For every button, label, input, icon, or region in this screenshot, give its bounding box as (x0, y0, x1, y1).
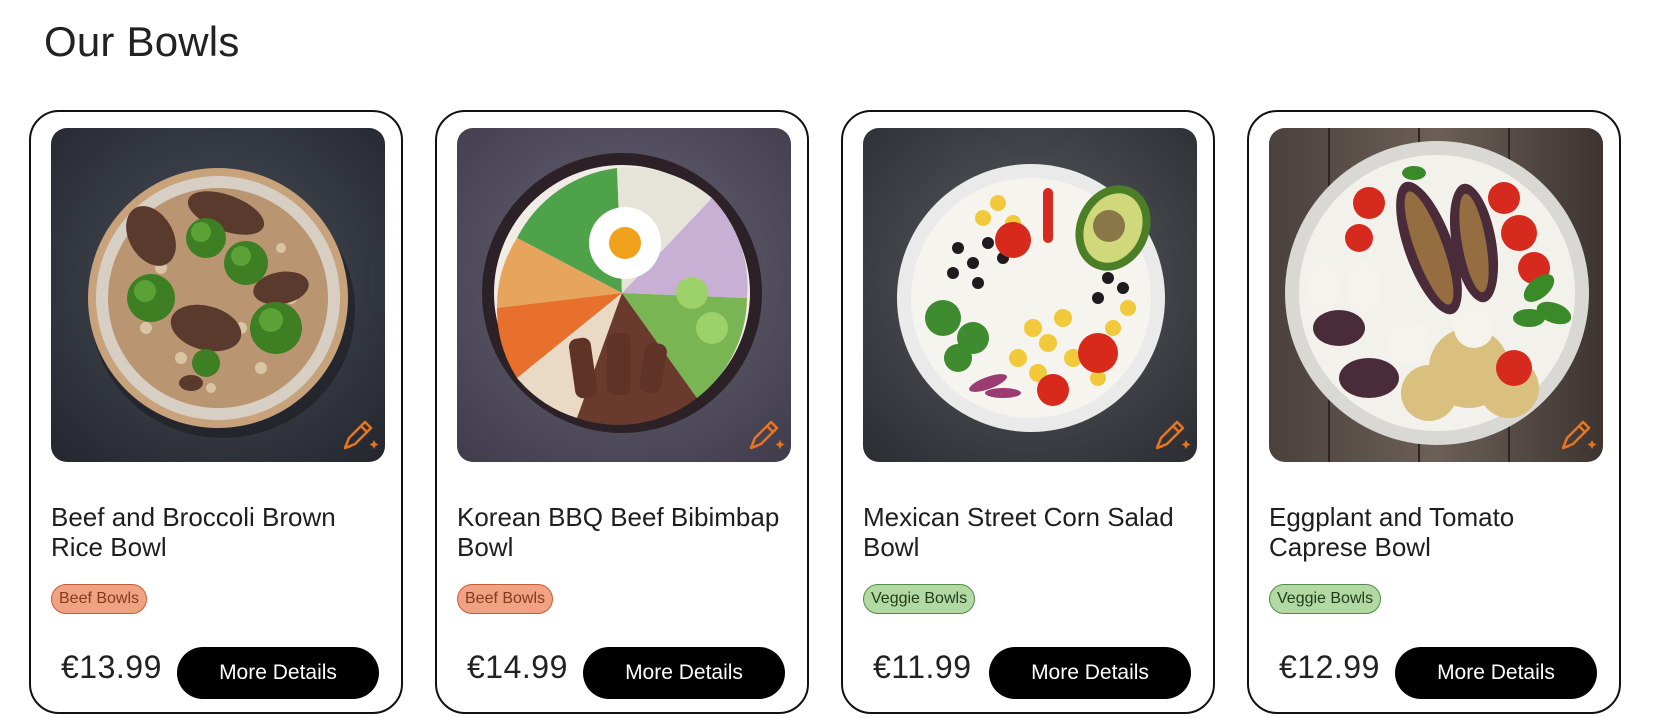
bowl-image (1269, 128, 1603, 462)
bowl-card: Korean BBQ Beef Bibimbap Bowl Beef Bowls… (435, 110, 809, 714)
bowl-name: Beef and Broccoli Brown Rice Bowl (51, 502, 336, 562)
bowl-name: Eggplant and Tomato Caprese Bowl (1269, 502, 1515, 562)
bowl-price: €14.99 (467, 649, 568, 685)
more-details-button[interactable]: More Details (1395, 647, 1597, 699)
more-details-button[interactable]: More Details (583, 647, 785, 699)
category-tag: Beef Bowls (51, 584, 148, 614)
bowl-card: Beef and Broccoli Brown Rice Bowl Beef B… (29, 110, 403, 714)
bowl-price: €12.99 (1279, 649, 1380, 685)
bibimbap-bowl-image (457, 128, 791, 462)
eggplant-caprese-image (1269, 128, 1603, 462)
more-details-button[interactable]: More Details (177, 647, 379, 699)
bowl-image (51, 128, 385, 462)
street-corn-salad-image (863, 128, 1197, 462)
bowl-image (457, 128, 791, 462)
category-tag: Veggie Bowls (1269, 584, 1382, 614)
category-tag: Beef Bowls (457, 584, 554, 614)
bowl-card: Eggplant and Tomato Caprese Bowl Veggie … (1247, 110, 1621, 714)
bowl-card-list: Beef and Broccoli Brown Rice Bowl Beef B… (29, 110, 1621, 714)
bowl-card: Mexican Street Corn Salad Bowl Veggie Bo… (841, 110, 1215, 714)
beef-broccoli-bowl-image (51, 128, 385, 462)
bowl-name: Korean BBQ Beef Bibimbap Bowl (457, 502, 780, 562)
bowl-name: Mexican Street Corn Salad Bowl (863, 502, 1174, 562)
bowl-price: €13.99 (61, 649, 162, 685)
bowl-image (863, 128, 1197, 462)
bowl-price: €11.99 (873, 649, 972, 685)
more-details-button[interactable]: More Details (989, 647, 1191, 699)
section-title: Our Bowls (44, 18, 240, 65)
category-tag: Veggie Bowls (863, 584, 976, 614)
